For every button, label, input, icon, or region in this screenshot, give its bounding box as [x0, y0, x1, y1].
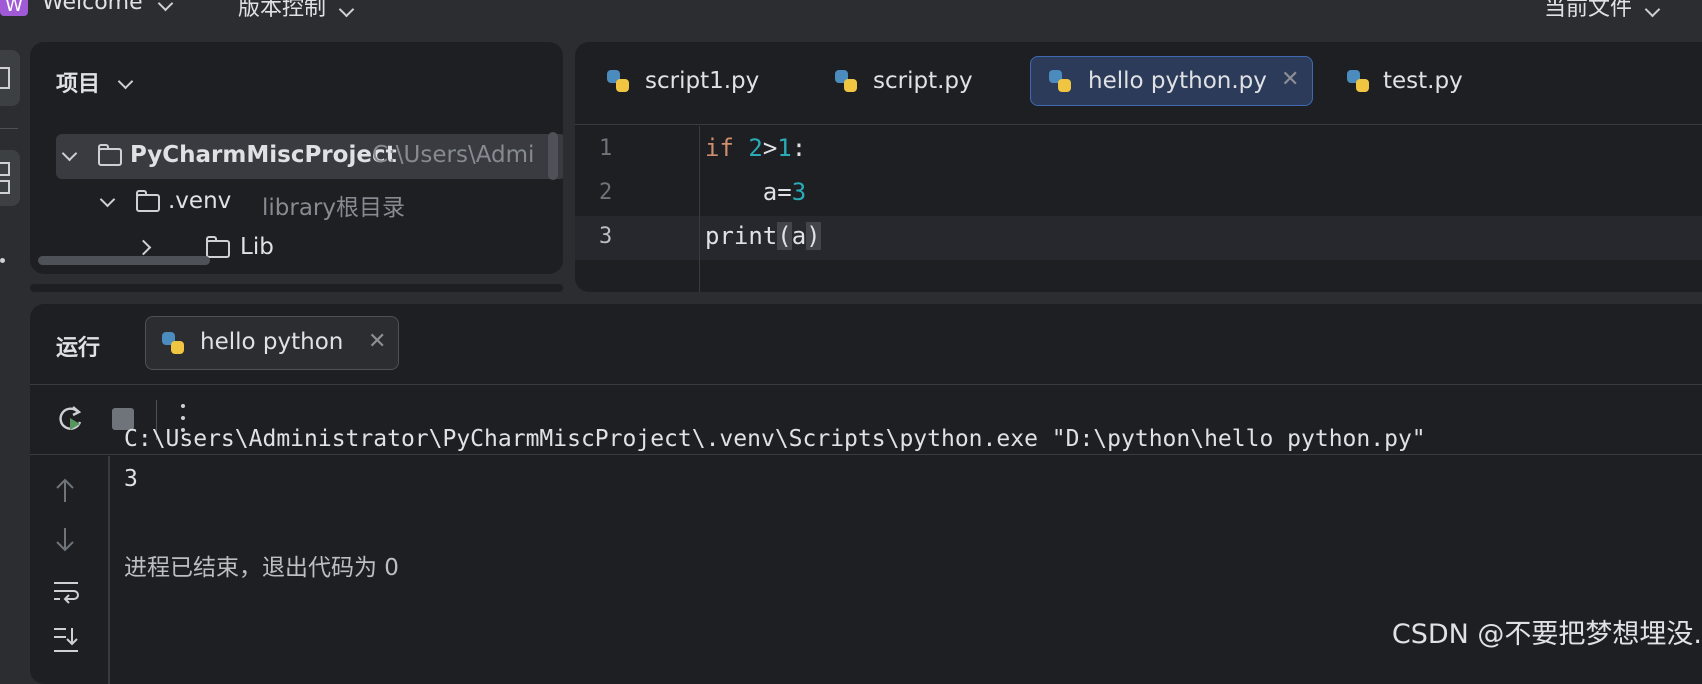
stripe-divider	[0, 128, 18, 129]
project-icon	[0, 67, 10, 89]
horizontal-scrollbar[interactable]	[38, 256, 210, 265]
tool-window-stripe	[0, 40, 26, 662]
toolbar-divider-h	[30, 454, 1702, 455]
rerun-icon[interactable]	[56, 404, 86, 434]
tab-label: hello python.py	[1088, 68, 1267, 94]
folder-icon	[98, 144, 122, 166]
project-selector-label: Welcome	[42, 0, 143, 15]
code-keyword: if	[705, 134, 734, 162]
soft-wrap-icon[interactable]	[52, 580, 80, 604]
close-icon[interactable]: ✕	[368, 317, 386, 367]
vcs-selector[interactable]: 版本控制	[238, 0, 355, 22]
line-number: 3	[599, 224, 613, 249]
up-arrow-icon[interactable]	[54, 476, 76, 504]
tabs-divider	[575, 124, 1702, 125]
code-bracket: (	[777, 222, 792, 250]
tree-item-label: Lib	[240, 234, 274, 260]
structure-icon	[0, 180, 10, 194]
code-argument: a	[791, 222, 807, 250]
python-file-icon	[835, 70, 857, 92]
close-icon[interactable]: ✕	[1281, 55, 1299, 105]
run-tab-label: hello python	[200, 329, 344, 355]
structure-tool-button[interactable]	[0, 150, 20, 206]
scroll-to-end-icon[interactable]	[52, 626, 80, 654]
code-assignment: a=	[762, 178, 792, 206]
more-tools-icon[interactable]	[0, 258, 5, 263]
chevron-down-icon	[338, 1, 355, 18]
line-number: 2	[599, 180, 613, 205]
code-colon: :	[791, 134, 807, 162]
chevron-down-icon	[1644, 1, 1661, 18]
tree-item-path: C:\Users\Admi	[372, 142, 535, 168]
structure-icon	[0, 162, 10, 176]
tab-test[interactable]: test.py	[1345, 56, 1545, 106]
line-number: 1	[599, 136, 613, 161]
tree-item-label: .venv	[168, 188, 232, 214]
code-number: 3	[791, 178, 807, 206]
run-config-label: 当前文件	[1544, 0, 1633, 21]
code-function: print	[705, 222, 778, 250]
chevron-right-icon	[135, 239, 152, 256]
code-bracket: )	[806, 222, 821, 250]
code-number: 2	[748, 134, 763, 162]
project-selector[interactable]: Welcome	[42, 0, 173, 15]
gutter-divider	[699, 126, 700, 292]
tab-label: test.py	[1383, 68, 1463, 94]
tab-script1[interactable]: script1.py	[605, 56, 805, 106]
vcs-selector-label: 版本控制	[238, 0, 327, 21]
tab-script[interactable]: script.py	[833, 56, 1033, 106]
console-line[interactable]: C:\Users\Administrator\PyCharmMiscProjec…	[124, 426, 1426, 452]
chevron-down-icon	[99, 191, 116, 208]
run-panel-title: 运行	[56, 336, 101, 361]
project-tool-button[interactable]	[0, 50, 20, 106]
watermark: CSDN @不要把梦想埋没.	[1391, 619, 1702, 650]
editor-panel: script1.py script.py hello python.py ✕ t…	[575, 42, 1702, 292]
python-file-icon	[1347, 70, 1369, 92]
vertical-scrollbar[interactable]	[548, 132, 558, 180]
tab-hello-python[interactable]: hello python.py ✕	[1030, 56, 1313, 106]
folder-icon	[206, 236, 230, 258]
tree-item-hint: library根目录	[262, 195, 405, 221]
code-line-2[interactable]: a=3	[705, 178, 806, 206]
project-panel-title: 项目	[56, 72, 101, 97]
console-line[interactable]: 3	[124, 466, 138, 492]
code-line-3[interactable]: print(a)	[705, 222, 821, 250]
project-badge[interactable]: W	[0, 0, 28, 16]
tree-item-label: PyCharmMiscProject	[130, 142, 397, 168]
folder-icon	[136, 190, 160, 212]
code-number: 1	[777, 134, 792, 162]
project-panel: 项目 PyCharmMiscProject C:\Users\Admi .ven…	[30, 42, 563, 274]
console-gutter	[108, 456, 110, 684]
code-line-1[interactable]: if 2>1:	[705, 134, 806, 162]
title-bar: W Welcome 版本控制 当前文件	[0, 0, 1702, 22]
python-file-icon	[162, 332, 184, 354]
chevron-down-icon	[157, 0, 173, 12]
tab-label: script.py	[873, 68, 973, 94]
run-header-divider	[30, 384, 1702, 385]
console-line[interactable]: 进程已结束，退出代码为 0	[124, 548, 399, 582]
code-operator: >	[762, 134, 778, 162]
run-config-selector[interactable]: 当前文件	[1544, 0, 1661, 22]
project-panel-header[interactable]: 项目	[56, 66, 133, 98]
tab-label: script1.py	[645, 68, 760, 94]
python-file-icon	[1049, 70, 1071, 92]
python-file-icon	[607, 70, 629, 92]
run-tab-hello-python[interactable]: hello python ✕	[145, 316, 399, 370]
chevron-down-icon	[117, 73, 133, 90]
panel-splitter[interactable]	[30, 284, 563, 292]
down-arrow-icon[interactable]	[54, 526, 76, 554]
